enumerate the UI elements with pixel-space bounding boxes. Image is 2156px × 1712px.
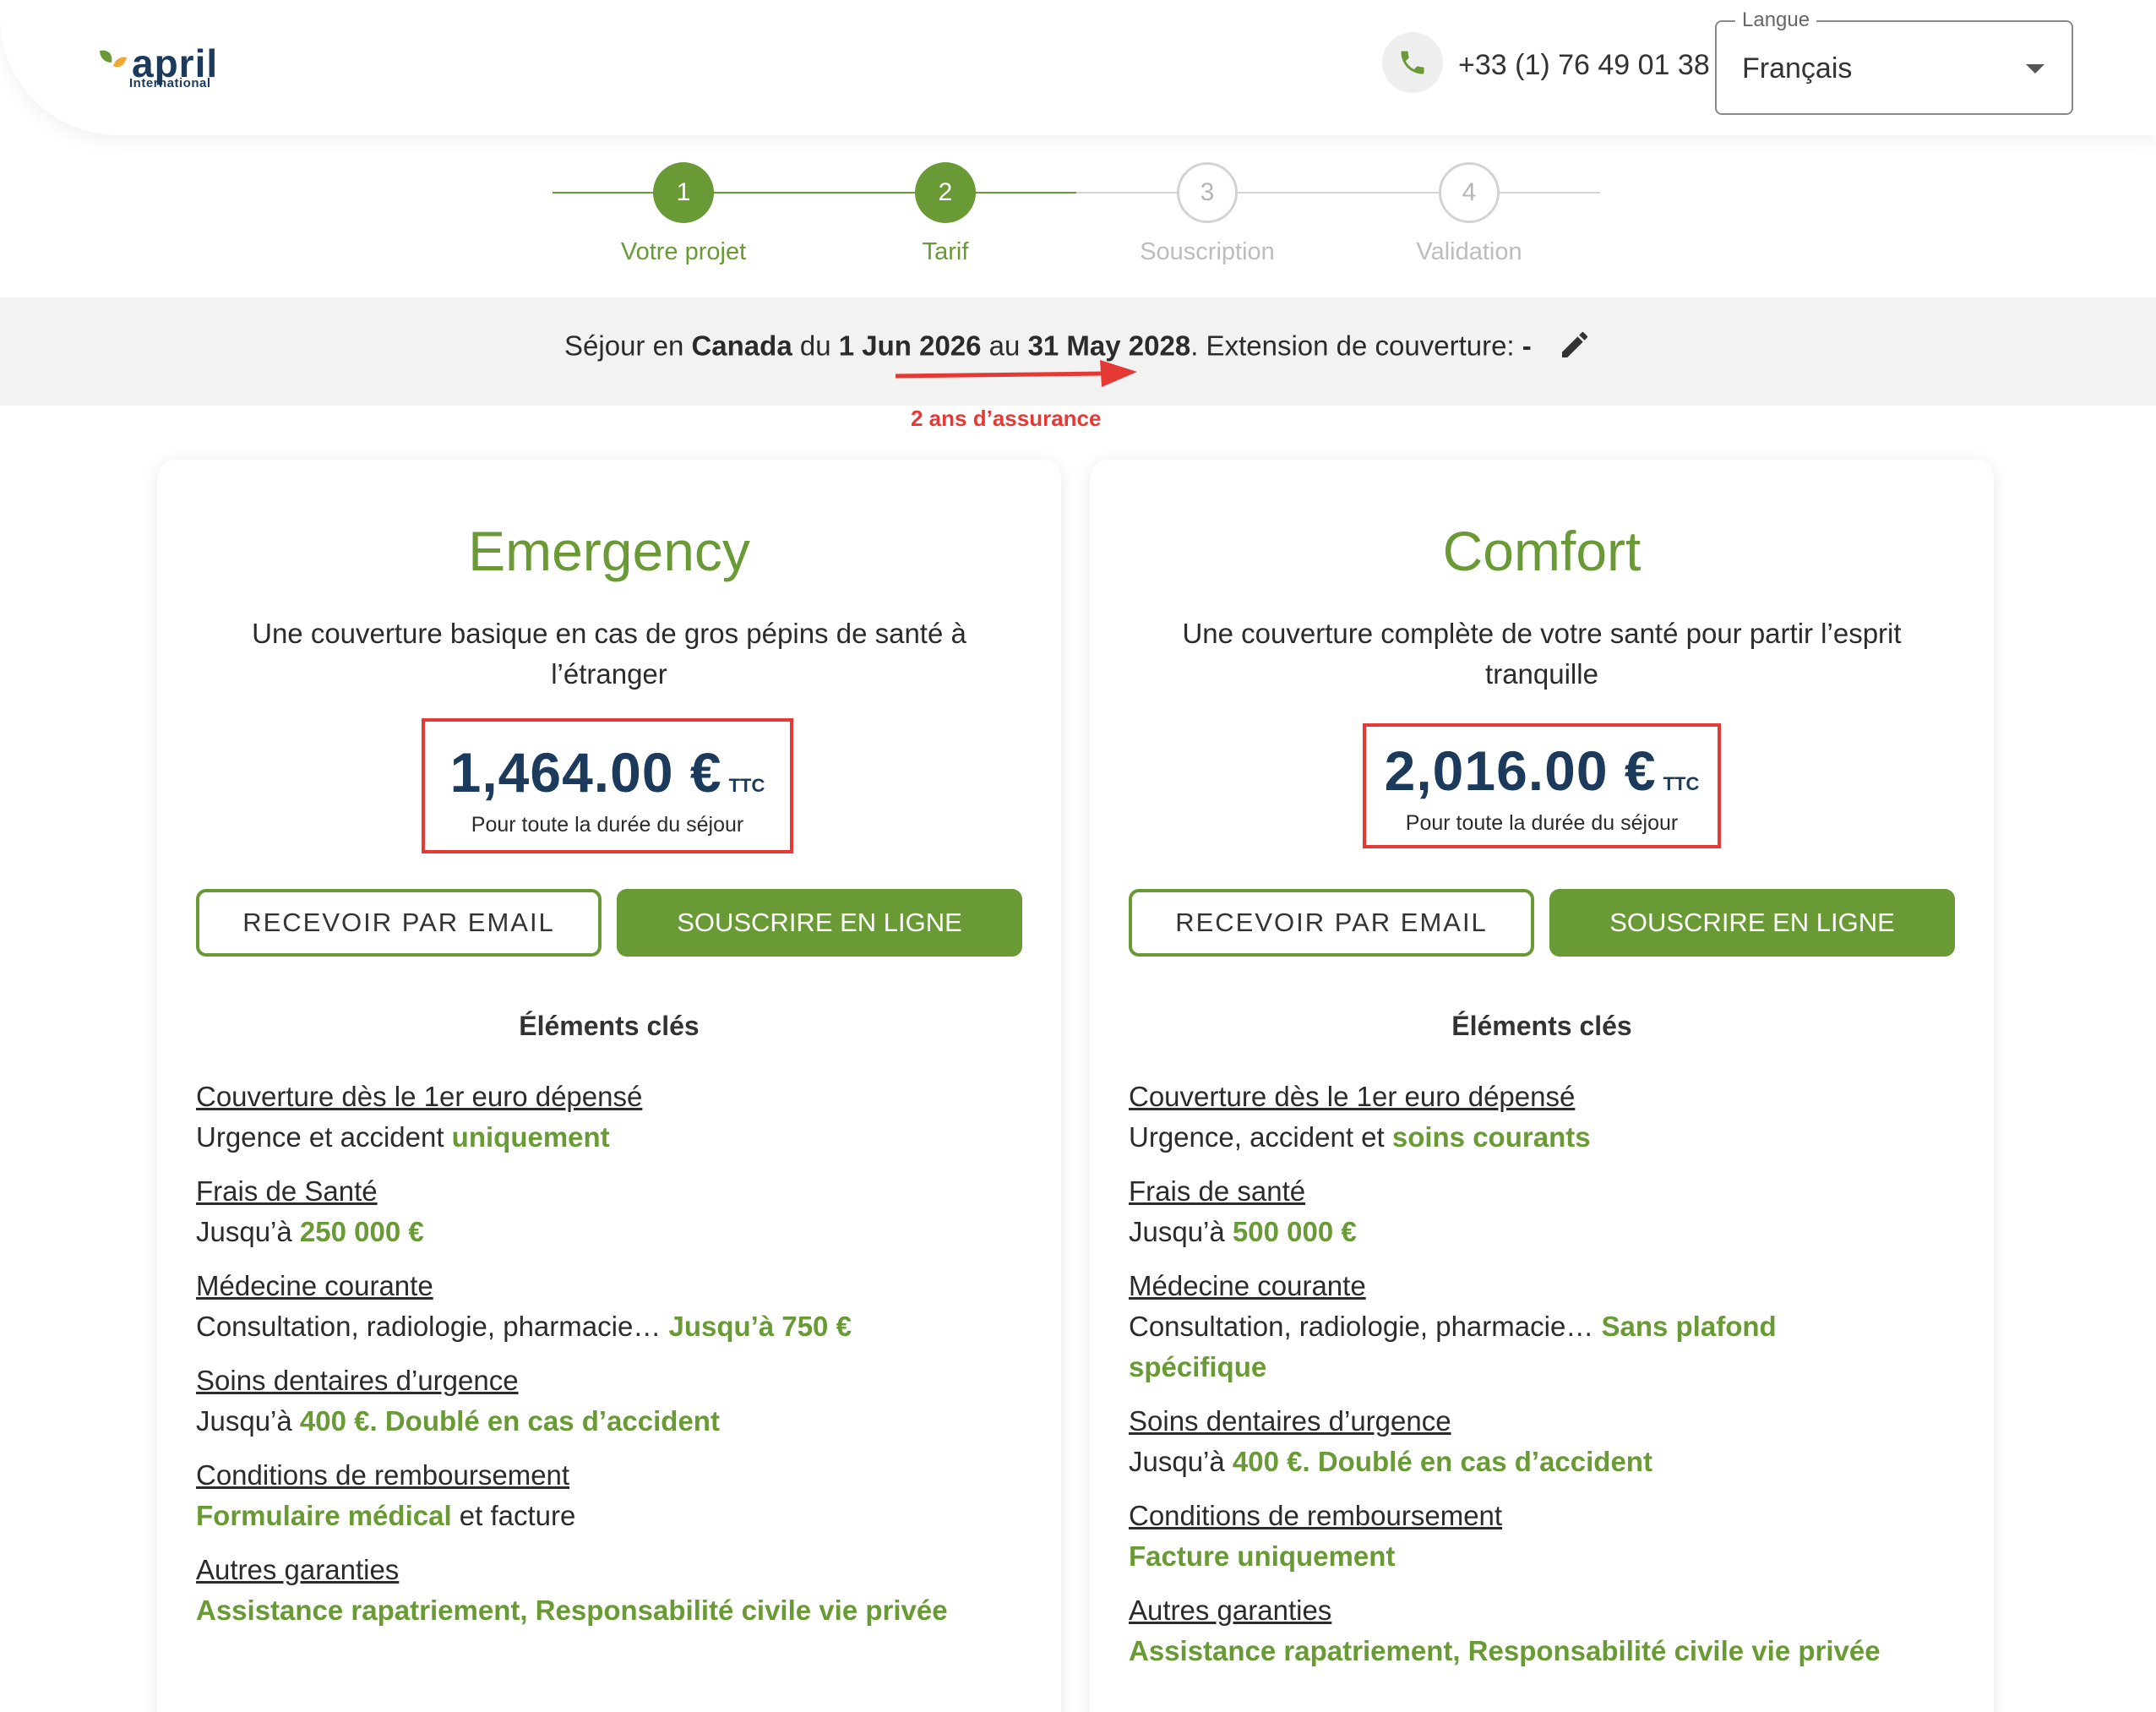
feature-text: Urgence et accident [196, 1121, 452, 1153]
summary-text: du [792, 330, 839, 362]
feature-highlight: soins courants [1391, 1121, 1591, 1153]
step-3-label: Souscription [1140, 238, 1275, 265]
leaf-logo-icon [100, 50, 127, 68]
feature-highlight: 400 €. Doublé en cas d’accident [1232, 1446, 1652, 1477]
feature-text: Urgence, accident et [1129, 1121, 1392, 1153]
feature-item: Conditions de remboursement Facture uniq… [1129, 1496, 1960, 1577]
feature-highlight: Assistance rapatriement, Responsabilité … [1129, 1635, 1881, 1666]
feature-item: Frais de Santé Jusqu’à 250 000 € [196, 1171, 1027, 1252]
language-label: Langue [1735, 8, 1817, 32]
feature-item: Conditions de remboursement Formulaire m… [196, 1455, 1027, 1536]
feature-text: Jusqu’à [1129, 1216, 1233, 1247]
step-4-circle: 4 [1439, 162, 1500, 223]
progress-stepper: 1 Votre projet 2 Tarif 3 Souscription 4 … [0, 152, 2156, 279]
phone-icon[interactable] [1382, 32, 1443, 93]
plan-title: Emergency [468, 520, 750, 582]
feature-heading: Soins dentaires d’urgence [1129, 1405, 1451, 1437]
feature-heading: Médecine courante [196, 1270, 433, 1301]
stepper-line-todo [1076, 192, 1600, 194]
feature-text: Jusqu’à [196, 1405, 300, 1437]
key-elements-title: Éléments clés [1451, 1011, 1632, 1041]
caret-down-icon [2026, 64, 2044, 74]
feature-heading: Autres garanties [1129, 1595, 1332, 1626]
feature-item: Soins dentaires d’urgence Jusqu’à 400 €.… [1129, 1401, 1960, 1482]
feature-item: Couverture dès le 1er euro dépensé Urgen… [1129, 1077, 1960, 1158]
top-header: april International +33 (1) 76 49 01 38 … [0, 0, 2156, 135]
step-4-label: Validation [1416, 238, 1522, 265]
feature-text: Consultation, radiologie, pharmacie… [1129, 1311, 1602, 1342]
language-value: Français [1742, 52, 1853, 85]
subscribe-online-button[interactable]: SOUSCRIRE EN LIGNE [617, 889, 1022, 957]
feature-heading: Médecine courante [1129, 1270, 1366, 1301]
feature-item: Autres garanties Assistance rapatriement… [1129, 1590, 1960, 1671]
feature-item: Soins dentaires d’urgence Jusqu’à 400 €.… [196, 1360, 1027, 1442]
language-select[interactable]: Langue Français [1715, 8, 2073, 115]
phone-number[interactable]: +33 (1) 76 49 01 38 [1458, 49, 1710, 82]
feature-highlight: uniquement [451, 1121, 610, 1153]
plan-card-comfort: Comfort Une couverture complète de votre… [1090, 460, 1994, 1712]
plan-card-emergency: Emergency Une couverture basique en cas … [157, 460, 1061, 1712]
price-amount: 2,016.00 € [1384, 739, 1657, 802]
step-1-label[interactable]: Votre projet [548, 238, 819, 266]
feature-item: Frais de santé Jusqu’à 500 000 € [1129, 1171, 1960, 1252]
feature-item: Couverture dès le 1er euro dépensé Urgen… [196, 1077, 1027, 1158]
feature-heading: Soins dentaires d’urgence [196, 1365, 519, 1396]
feature-highlight: Formulaire médical [196, 1500, 452, 1531]
plan-description: Une couverture basique en cas de gros pé… [252, 618, 966, 690]
email-quote-button[interactable]: RECEVOIR PAR EMAIL [196, 889, 602, 957]
stepper-line-done [553, 192, 1076, 194]
price-note: Pour toute la durée du séjour [471, 813, 744, 837]
feature-heading: Autres garanties [196, 1554, 400, 1585]
feature-text: Consultation, radiologie, pharmacie… [196, 1311, 669, 1342]
step-1-circle: 1 [653, 162, 714, 223]
subscribe-online-button[interactable]: SOUSCRIRE EN LIGNE [1549, 889, 1955, 957]
step-2-circle: 2 [915, 162, 976, 223]
summary-text: . Extension de couverture: [1190, 330, 1522, 362]
feature-highlight: Jusqu’à 750 € [668, 1311, 852, 1342]
price-ttc: TTC [728, 775, 765, 796]
summary-text: au [981, 330, 1028, 362]
feature-highlight: 500 000 € [1232, 1216, 1357, 1247]
email-quote-button[interactable]: RECEVOIR PAR EMAIL [1129, 889, 1534, 957]
summary-end-date: 31 May 2028 [1027, 330, 1191, 362]
april-logo[interactable]: april International [98, 41, 233, 96]
feature-highlight: 400 €. Doublé en cas d’accident [299, 1405, 720, 1437]
feature-heading: Conditions de remboursement [1129, 1500, 1503, 1531]
feature-item: Autres garanties Assistance rapatriement… [196, 1550, 1027, 1631]
price-amount: 1,464.00 € [449, 741, 722, 804]
feature-text: Jusqu’à [1129, 1446, 1233, 1477]
feature-heading: Couverture dès le 1er euro dépensé [1129, 1081, 1576, 1112]
price-note: Pour toute la durée du séjour [1405, 811, 1679, 835]
price-box: 1,464.00 € TTC Pour toute la durée du séj… [422, 718, 793, 853]
summary-extension: - [1522, 330, 1532, 362]
price-ttc: TTC [1663, 773, 1700, 794]
step-3-circle: 3 [1177, 162, 1238, 223]
summary-country: Canada [691, 330, 792, 362]
feature-item: Médecine courante Consultation, radiolog… [196, 1266, 1027, 1347]
feature-heading: Couverture dès le 1er euro dépensé [196, 1081, 643, 1112]
feature-heading: Conditions de remboursement [196, 1459, 570, 1491]
feature-highlight: Assistance rapatriement, Responsabilité … [196, 1595, 948, 1626]
feature-text: Jusqu’à [196, 1216, 300, 1247]
summary-start-date: 1 Jun 2026 [838, 330, 982, 362]
annotation-text: 2 ans d’assurance [911, 406, 1102, 431]
step-2-label[interactable]: Tarif [810, 238, 1081, 266]
key-elements-title: Éléments clés [519, 1011, 700, 1041]
feature-heading: Frais de santé [1129, 1175, 1306, 1207]
feature-item: Médecine courante Consultation, radiolog… [1129, 1266, 1850, 1388]
feature-highlight: Facture uniquement [1129, 1540, 1396, 1572]
logo-sub: International [129, 76, 211, 90]
summary-text: Séjour en [564, 330, 692, 362]
plan-title: Comfort [1442, 520, 1642, 582]
edit-pencil-icon[interactable] [1558, 328, 1592, 368]
feature-heading: Frais de Santé [196, 1175, 378, 1207]
annotation-arrow-icon [895, 360, 1137, 387]
plan-description: Une couverture complète de votre santé p… [1182, 618, 1902, 690]
feature-text: et facture [451, 1500, 576, 1531]
price-box: 2,016.00 € TTC Pour toute la durée du séj… [1363, 723, 1721, 848]
feature-highlight: 250 000 € [299, 1216, 424, 1247]
